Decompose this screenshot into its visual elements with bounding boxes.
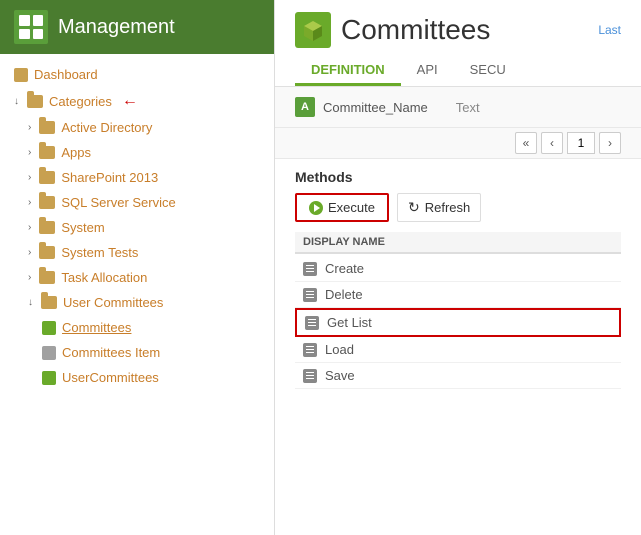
method-name: Get List — [327, 315, 372, 330]
pagination-row: « ‹ › — [275, 128, 641, 159]
sidebar-item-sql-server[interactable]: › SQL Server Service — [0, 190, 274, 215]
method-row-create[interactable]: Create — [295, 256, 621, 282]
methods-section: Methods Execute ↻ Refresh DISPLAY NAME C… — [275, 159, 641, 399]
method-icon — [303, 288, 317, 302]
sidebar-item-active-directory[interactable]: › Active Directory — [0, 115, 274, 140]
cube-icon — [42, 371, 56, 385]
sidebar: Management Dashboard ↓ Categories ← › Ac… — [0, 0, 275, 535]
method-row-get-list[interactable]: Get List — [295, 308, 621, 337]
sidebar-item-label: System Tests — [61, 245, 138, 260]
folder-icon — [39, 146, 55, 159]
sidebar-item-label: Committees Item — [62, 345, 160, 360]
fields-row: A Committee_Name Text — [275, 87, 641, 128]
sidebar-header: Management — [0, 0, 274, 54]
expand-arrow-icon: ↓ — [14, 96, 19, 107]
method-icon — [303, 369, 317, 383]
main-content: Committees Last DEFINITION API SECU A Co… — [275, 0, 641, 535]
sidebar-item-committees[interactable]: Committees — [0, 315, 274, 340]
arrow-right-icon: ← — [122, 92, 138, 110]
sidebar-item-committees-item[interactable]: Committees Item — [0, 340, 274, 365]
expand-arrow-icon: › — [28, 172, 31, 183]
expand-arrow-icon: › — [28, 272, 31, 283]
method-row-load[interactable]: Load — [295, 337, 621, 363]
method-name: Delete — [325, 287, 363, 302]
method-name: Save — [325, 368, 355, 383]
sidebar-item-system[interactable]: › System — [0, 215, 274, 240]
expand-arrow-icon: › — [28, 247, 31, 258]
sidebar-item-user-committees[interactable]: ↓ User Committees — [0, 290, 274, 315]
method-row-delete[interactable]: Delete — [295, 282, 621, 308]
sidebar-item-label: Categories — [49, 94, 112, 109]
pagination-first-button[interactable]: « — [515, 132, 537, 154]
tabs-row: DEFINITION API SECU — [295, 56, 621, 86]
sidebar-item-label: SQL Server Service — [61, 195, 175, 210]
method-icon — [303, 343, 317, 357]
sidebar-item-task-allocation[interactable]: › Task Allocation — [0, 265, 274, 290]
pagination-next-button[interactable]: › — [599, 132, 621, 154]
app-logo-icon — [14, 10, 48, 44]
sidebar-item-categories[interactable]: ↓ Categories ← — [0, 87, 274, 115]
sidebar-item-label: Dashboard — [34, 67, 98, 82]
sidebar-item-label: Task Allocation — [61, 270, 147, 285]
expand-arrow-icon: › — [28, 147, 31, 158]
expand-arrow-icon: › — [28, 122, 31, 133]
pagination-page-input[interactable] — [567, 132, 595, 154]
methods-title: Methods — [295, 169, 621, 185]
sidebar-item-dashboard[interactable]: Dashboard — [0, 62, 274, 87]
play-icon — [309, 201, 323, 215]
tab-security[interactable]: SECU — [454, 56, 522, 86]
execute-button[interactable]: Execute — [295, 193, 389, 222]
pagination-prev-button[interactable]: ‹ — [541, 132, 563, 154]
tab-definition[interactable]: DEFINITION — [295, 56, 401, 86]
sidebar-item-apps[interactable]: › Apps — [0, 140, 274, 165]
tab-api[interactable]: API — [401, 56, 454, 86]
sidebar-item-label: Active Directory — [61, 120, 152, 135]
methods-toolbar: Execute ↻ Refresh — [295, 193, 621, 222]
method-name: Load — [325, 342, 354, 357]
sidebar-item-system-tests[interactable]: › System Tests — [0, 240, 274, 265]
expand-arrow-icon: › — [28, 222, 31, 233]
sidebar-item-label: SharePoint 2013 — [61, 170, 158, 185]
method-icon — [303, 262, 317, 276]
folder-icon — [39, 246, 55, 259]
cube-icon — [42, 321, 56, 335]
folder-icon — [39, 196, 55, 209]
refresh-label: Refresh — [425, 200, 471, 215]
refresh-icon: ↻ — [408, 199, 420, 216]
folder-icon — [39, 271, 55, 284]
cube-svg — [302, 19, 324, 41]
folder-icon — [39, 171, 55, 184]
folder-icon — [27, 95, 43, 108]
field-type-icon: A — [295, 97, 315, 117]
dashboard-icon — [14, 68, 28, 82]
folder-icon — [41, 296, 57, 309]
sidebar-item-label: Committees — [62, 320, 131, 335]
last-label: Last — [598, 23, 621, 37]
sidebar-item-label: UserCommittees — [62, 370, 159, 385]
sidebar-item-sharepoint[interactable]: › SharePoint 2013 — [0, 165, 274, 190]
method-row-save[interactable]: Save — [295, 363, 621, 389]
field-type: Text — [456, 100, 480, 115]
app-title: Management — [58, 16, 175, 39]
folder-icon — [39, 121, 55, 134]
page-title: Committees — [341, 14, 490, 46]
title-row: Committees Last — [295, 12, 621, 48]
expand-arrow-icon: › — [28, 197, 31, 208]
sidebar-item-label: User Committees — [63, 295, 163, 310]
sidebar-nav: Dashboard ↓ Categories ← › Active Direct… — [0, 54, 274, 398]
grid-icon — [42, 346, 56, 360]
refresh-button[interactable]: ↻ Refresh — [397, 193, 481, 222]
execute-label: Execute — [328, 200, 375, 215]
sidebar-item-label: Apps — [61, 145, 91, 160]
field-name: Committee_Name — [323, 100, 428, 115]
display-name-col-header: DISPLAY NAME — [295, 232, 621, 254]
method-name: Create — [325, 261, 364, 276]
committees-icon — [295, 12, 331, 48]
main-header: Committees Last DEFINITION API SECU — [275, 0, 641, 87]
sidebar-item-label: System — [61, 220, 104, 235]
expand-arrow-icon: ↓ — [28, 297, 33, 308]
method-icon — [305, 316, 319, 330]
sidebar-item-usercommittees[interactable]: UserCommittees — [0, 365, 274, 390]
folder-icon — [39, 221, 55, 234]
